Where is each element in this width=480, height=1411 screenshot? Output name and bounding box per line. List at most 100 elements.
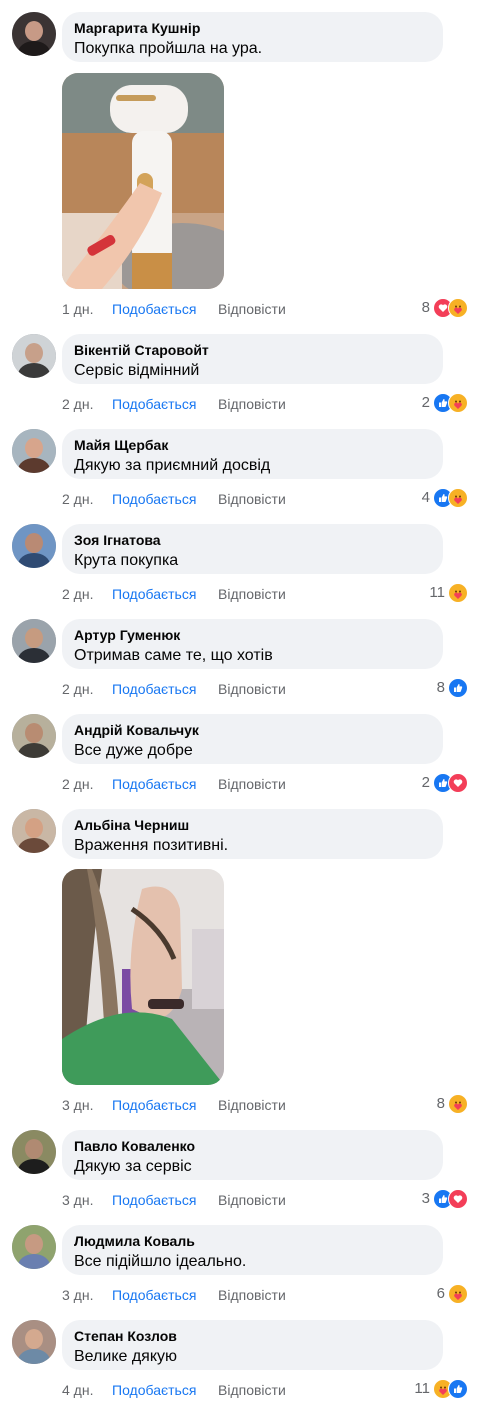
like-button[interactable]: Подобається	[112, 585, 196, 603]
reply-button[interactable]: Відповісти	[218, 490, 286, 508]
like-icon	[448, 678, 468, 698]
reply-button[interactable]: Відповісти	[218, 1096, 286, 1114]
avatar[interactable]	[12, 1225, 56, 1269]
care-icon	[448, 488, 468, 508]
like-button[interactable]: Подобається	[112, 395, 196, 413]
avatar[interactable]	[12, 1320, 56, 1364]
comment-bubble: Павло Коваленко Дякую за сервіс	[62, 1130, 443, 1180]
reply-button[interactable]: Відповісти	[218, 585, 286, 603]
reply-button[interactable]: Відповісти	[218, 395, 286, 413]
comment-text: Дякую за сервіс	[74, 1158, 192, 1175]
love-icon	[448, 773, 468, 793]
reaction-summary[interactable]: 8	[437, 678, 468, 698]
reaction-count: 8	[421, 299, 430, 316]
comment-time[interactable]: 2 дн.	[62, 490, 93, 508]
comment-author[interactable]: Андрій Ковальчук	[74, 722, 431, 739]
comment-bubble: Людмила Коваль Все підійшло ідеально.	[62, 1225, 443, 1275]
comment-text: Велике дякую	[74, 1348, 178, 1365]
comment-text: Дякую за приємний досвід	[74, 457, 271, 474]
reaction-summary[interactable]: 11	[414, 1379, 468, 1399]
like-button[interactable]: Подобається	[112, 1096, 196, 1114]
avatar[interactable]	[12, 429, 56, 473]
reaction-summary[interactable]: 4	[422, 488, 468, 508]
comment-bubble: Андрій Ковальчук Все дуже добре	[62, 714, 443, 764]
reaction-count: 11	[414, 1380, 430, 1397]
like-button[interactable]: Подобається	[112, 775, 196, 793]
comment-photo[interactable]	[62, 869, 224, 1085]
avatar[interactable]	[12, 619, 56, 663]
comment-author[interactable]: Людмила Коваль	[74, 1233, 431, 1250]
comment-bubble: Маргарита Кушнір Покупка пройшла на ура.	[62, 12, 443, 62]
like-button[interactable]: Подобається	[112, 1381, 196, 1399]
comment-photo[interactable]	[62, 73, 224, 289]
reaction-count: 4	[421, 489, 430, 506]
care-icon	[448, 1284, 468, 1304]
reply-button[interactable]: Відповісти	[218, 300, 286, 318]
comment-time[interactable]: 3 дн.	[62, 1096, 93, 1114]
reaction-summary[interactable]: 3	[422, 1189, 468, 1209]
comment-text: Сервіс відмінний	[74, 362, 200, 379]
avatar[interactable]	[12, 809, 56, 853]
comments-page: { "actions": { "like_label": "Подобаєтьс…	[0, 0, 480, 1411]
reaction-summary[interactable]: 8	[422, 298, 468, 318]
reaction-summary[interactable]: 8	[437, 1094, 468, 1114]
comment-text: Отримав саме те, що хотів	[74, 647, 273, 664]
care-icon	[448, 1094, 468, 1114]
comment-author[interactable]: Павло Коваленко	[74, 1138, 431, 1155]
avatar[interactable]	[12, 714, 56, 758]
reaction-summary[interactable]: 6	[437, 1284, 468, 1304]
comment-text: Враження позитивні.	[74, 837, 229, 854]
reply-button[interactable]: Відповісти	[218, 1191, 286, 1209]
comment-text: Все підійшло ідеально.	[74, 1253, 247, 1270]
love-icon	[448, 1189, 468, 1209]
comment-author[interactable]: Вікентій Старовойт	[74, 342, 431, 359]
avatar[interactable]	[12, 334, 56, 378]
comment-bubble: Зоя Ігнатова Крута покупка	[62, 524, 443, 574]
comment-author[interactable]: Зоя Ігнатова	[74, 532, 431, 549]
reply-button[interactable]: Відповісти	[218, 775, 286, 793]
care-icon	[448, 298, 468, 318]
comment-bubble: Вікентій Старовойт Сервіс відмінний	[62, 334, 443, 384]
comment-author[interactable]: Артур Гуменюк	[74, 627, 431, 644]
comment-time[interactable]: 4 дн.	[62, 1381, 93, 1399]
avatar[interactable]	[12, 12, 56, 56]
like-button[interactable]: Подобається	[112, 1191, 196, 1209]
comment-author[interactable]: Альбіна Черниш	[74, 817, 431, 834]
comment-author[interactable]: Маргарита Кушнір	[74, 20, 431, 37]
comment-author[interactable]: Майя Щербак	[74, 437, 431, 454]
reaction-count: 2	[421, 774, 430, 791]
comment-bubble: Майя Щербак Дякую за приємний досвід	[62, 429, 443, 479]
care-icon	[448, 393, 468, 413]
reaction-count: 2	[421, 394, 430, 411]
like-button[interactable]: Подобається	[112, 680, 196, 698]
avatar[interactable]	[12, 1130, 56, 1174]
reaction-summary[interactable]: 11	[429, 583, 468, 603]
comment-bubble: Альбіна Черниш Враження позитивні.	[62, 809, 443, 859]
comment-author[interactable]: Степан Козлов	[74, 1328, 431, 1345]
avatar[interactable]	[12, 524, 56, 568]
comment-bubble: Артур Гуменюк Отримав саме те, що хотів	[62, 619, 443, 669]
comment-bubble: Степан Козлов Велике дякую	[62, 1320, 443, 1370]
comment-text: Все дуже добре	[74, 742, 193, 759]
reaction-count: 6	[436, 1285, 445, 1302]
comment-time[interactable]: 1 дн.	[62, 300, 93, 318]
reply-button[interactable]: Відповісти	[218, 1381, 286, 1399]
comment-time[interactable]: 3 дн.	[62, 1286, 93, 1304]
like-button[interactable]: Подобається	[112, 490, 196, 508]
comment-text: Крута покупка	[74, 552, 179, 569]
comment-time[interactable]: 2 дн.	[62, 395, 93, 413]
reply-button[interactable]: Відповісти	[218, 680, 286, 698]
reaction-summary[interactable]: 2	[422, 773, 468, 793]
reply-button[interactable]: Відповісти	[218, 1286, 286, 1304]
care-icon	[448, 583, 468, 603]
comment-text: Покупка пройшла на ура.	[74, 40, 263, 57]
like-button[interactable]: Подобається	[112, 300, 196, 318]
comment-time[interactable]: 3 дн.	[62, 1191, 93, 1209]
reaction-count: 8	[436, 679, 445, 696]
comment-time[interactable]: 2 дн.	[62, 585, 93, 603]
reaction-count: 3	[421, 1190, 430, 1207]
comment-time[interactable]: 2 дн.	[62, 680, 93, 698]
reaction-summary[interactable]: 2	[422, 393, 468, 413]
comment-time[interactable]: 2 дн.	[62, 775, 93, 793]
like-button[interactable]: Подобається	[112, 1286, 196, 1304]
